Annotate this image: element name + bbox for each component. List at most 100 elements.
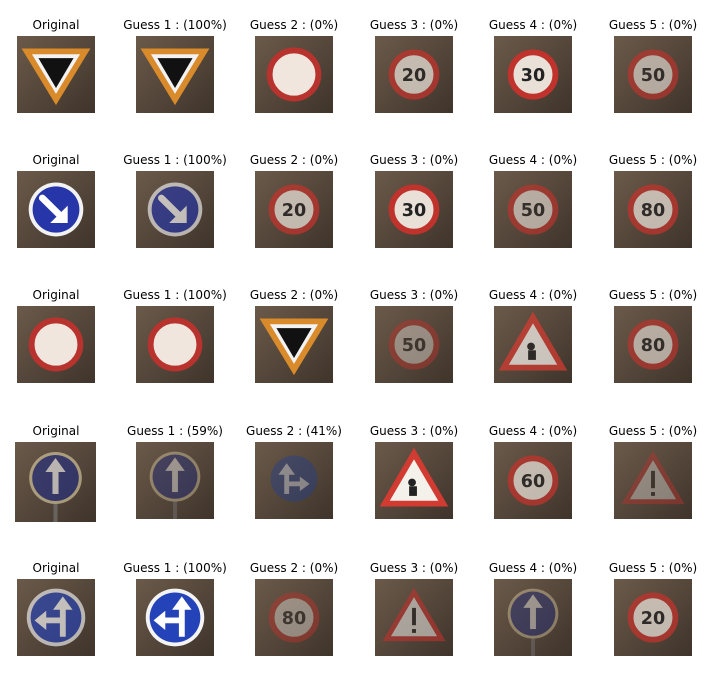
- original-title: Original: [32, 18, 80, 32]
- guess-title: Guess 1 : (100%): [123, 153, 227, 167]
- guess-title: Guess 5 : (0%): [608, 18, 698, 32]
- sign-image-speed-limit-50: 50: [375, 306, 453, 383]
- svg-text:50: 50: [521, 201, 545, 221]
- guess-title: Guess 3 : (0%): [369, 153, 459, 167]
- svg-text:80: 80: [282, 609, 306, 629]
- guess-title: Guess 3 : (0%): [369, 288, 459, 302]
- guess-title: Guess 2 : (41%): [246, 424, 342, 438]
- sign-image-no-vehicles: [17, 306, 95, 383]
- original-title: Original: [32, 424, 80, 438]
- original-panel: Original: [0, 288, 116, 383]
- guess-panel: Guess 3 : (0%) 20: [354, 18, 474, 113]
- sign-image-speed-limit-20: 20: [375, 36, 453, 113]
- sign-image-no-vehicles: [136, 306, 214, 383]
- sign-image-speed-limit-50: 50: [494, 171, 572, 248]
- svg-text:30: 30: [402, 201, 426, 221]
- sign-image-straight-or-left: [17, 579, 95, 656]
- original-title: Original: [32, 561, 80, 575]
- guess-panel: Guess 4 : (0%): [473, 561, 593, 656]
- sign-image-keep-right: [17, 171, 95, 248]
- sign-image-yield: [255, 306, 333, 383]
- guess-panel: Guess 2 : (0%) 20: [234, 153, 354, 248]
- guess-panel: Guess 1 : (100%): [115, 288, 235, 383]
- guess-panel: Guess 1 : (100%): [115, 561, 235, 656]
- guess-panel: Guess 1 : (59%): [115, 424, 235, 519]
- sign-image-speed-limit-80: 80: [614, 171, 692, 248]
- guess-panel: Guess 5 : (0%) 50: [593, 18, 713, 113]
- guess-title: Guess 4 : (0%): [488, 153, 578, 167]
- sign-image-speed-limit-20: 20: [614, 579, 692, 656]
- guess-title: Guess 5 : (0%): [608, 288, 698, 302]
- guess-panel: Guess 3 : (0%): [354, 424, 474, 519]
- guess-title: Guess 3 : (0%): [369, 18, 459, 32]
- sign-image-warning: [375, 579, 453, 656]
- sign-image-road-work: [375, 442, 453, 519]
- guess-title: Guess 4 : (0%): [488, 288, 578, 302]
- svg-text:30: 30: [521, 66, 545, 86]
- sign-image-yield: [17, 36, 95, 113]
- guess-title: Guess 4 : (0%): [488, 18, 578, 32]
- guess-title: Guess 3 : (0%): [369, 561, 459, 575]
- guess-title: Guess 2 : (0%): [249, 288, 339, 302]
- guess-title: Guess 1 : (100%): [123, 18, 227, 32]
- sign-image-go-straight: [15, 442, 96, 522]
- guess-panel: Guess 3 : (0%): [354, 561, 474, 656]
- sign-image-straight-or-right: [255, 442, 333, 519]
- svg-text:50: 50: [402, 336, 426, 356]
- sign-image-speed-limit-30: 30: [494, 36, 572, 113]
- guess-title: Guess 4 : (0%): [488, 561, 578, 575]
- original-panel: Original: [0, 153, 116, 248]
- original-panel: Original: [0, 561, 116, 656]
- guess-panel: Guess 4 : (0%) 60: [473, 424, 593, 519]
- original-title: Original: [32, 288, 80, 302]
- sign-image-keep-right: [136, 171, 214, 248]
- svg-text:20: 20: [641, 609, 665, 629]
- guess-panel: Guess 4 : (0%): [473, 288, 593, 383]
- sign-image-speed-limit-20: 20: [255, 171, 333, 248]
- sign-image-yield: [136, 36, 214, 113]
- guess-panel: Guess 5 : (0%) 80: [593, 153, 713, 248]
- guess-panel: Guess 4 : (0%) 50: [473, 153, 593, 248]
- svg-text:80: 80: [641, 201, 665, 221]
- original-panel: Original: [0, 18, 116, 113]
- sign-image-speed-limit-30: 30: [375, 171, 453, 248]
- original-title: Original: [32, 153, 80, 167]
- guess-title: Guess 5 : (0%): [608, 561, 698, 575]
- sign-image-straight-or-left: [136, 579, 214, 656]
- guess-panel: Guess 4 : (0%) 30: [473, 18, 593, 113]
- guess-title: Guess 2 : (0%): [249, 18, 339, 32]
- sign-image-road-work: [494, 306, 572, 383]
- guess-panel: Guess 5 : (0%) 20: [593, 561, 713, 656]
- guess-title: Guess 4 : (0%): [488, 424, 578, 438]
- guess-title: Guess 1 : (100%): [123, 561, 227, 575]
- guess-title: Guess 2 : (0%): [249, 561, 339, 575]
- guess-title: Guess 5 : (0%): [608, 153, 698, 167]
- svg-text:60: 60: [521, 472, 545, 492]
- original-panel: Original: [0, 424, 116, 522]
- guess-title: Guess 2 : (0%): [249, 153, 339, 167]
- guess-panel: Guess 5 : (0%) 80: [593, 288, 713, 383]
- sign-image-no-vehicles: [255, 36, 333, 113]
- guess-panel: Guess 3 : (0%) 30: [354, 153, 474, 248]
- svg-text:50: 50: [641, 66, 665, 86]
- guess-title: Guess 3 : (0%): [369, 424, 459, 438]
- guess-panel: Guess 1 : (100%): [115, 153, 235, 248]
- guess-panel: Guess 2 : (0%): [234, 18, 354, 113]
- sign-image-speed-limit-80: 80: [614, 306, 692, 383]
- sign-image-go-straight: [494, 579, 572, 656]
- svg-text:20: 20: [282, 201, 306, 221]
- guess-panel: Guess 2 : (41%): [234, 424, 354, 519]
- sign-image-speed-limit-80: 80: [255, 579, 333, 656]
- guess-panel: Guess 5 : (0%): [593, 424, 713, 519]
- sign-image-speed-limit-50: 50: [614, 36, 692, 113]
- guess-title: Guess 1 : (59%): [127, 424, 223, 438]
- guess-panel: Guess 3 : (0%) 50: [354, 288, 474, 383]
- guess-panel: Guess 2 : (0%): [234, 288, 354, 383]
- sign-image-go-straight: [136, 442, 214, 519]
- sign-image-speed-limit-60: 60: [494, 442, 572, 519]
- sign-image-warning: [614, 442, 692, 519]
- guess-panel: Guess 1 : (100%): [115, 18, 235, 113]
- guess-title: Guess 5 : (0%): [608, 424, 698, 438]
- prediction-grid: Original Guess 1 : (100%) Guess 2 : (0%)…: [0, 0, 717, 675]
- guess-panel: Guess 2 : (0%) 80: [234, 561, 354, 656]
